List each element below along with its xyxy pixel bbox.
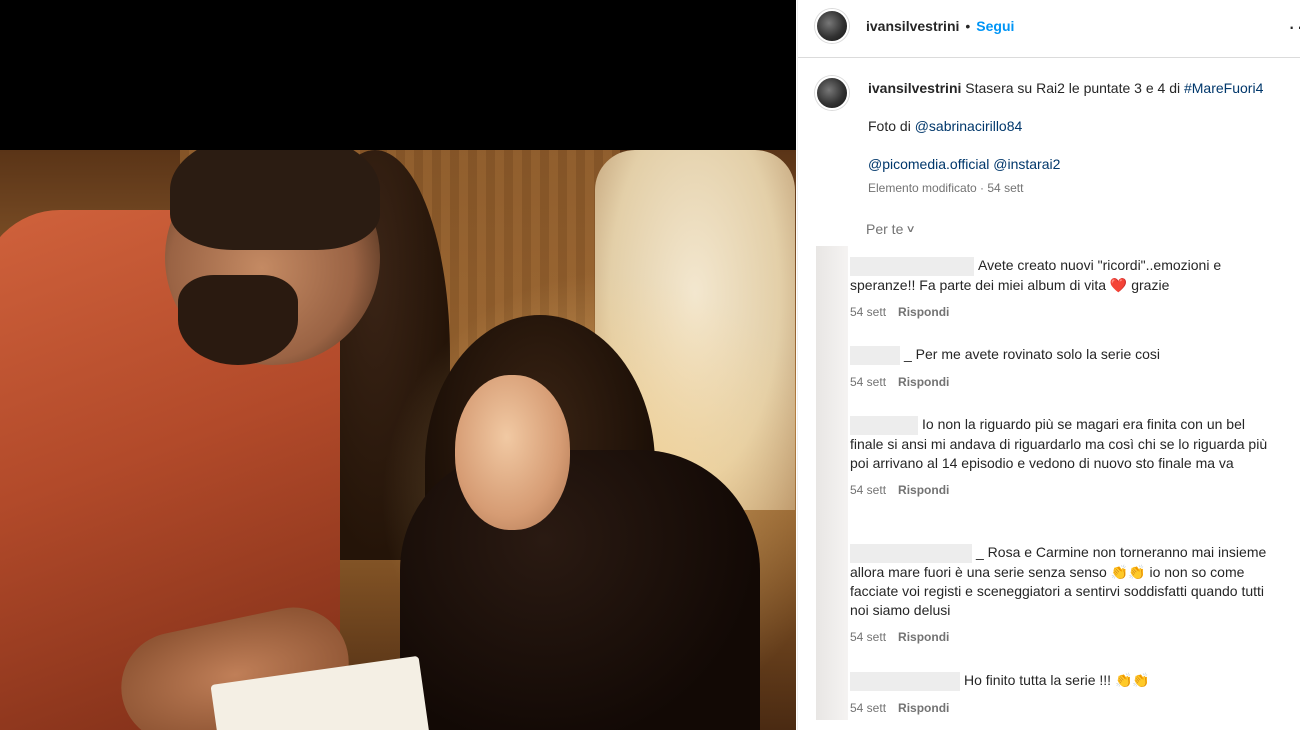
post-sidebar: ivansilvestrini • Segui ·· ivansilvestri… [797, 0, 1300, 730]
filter-label: Per te [866, 221, 904, 237]
post-header-text: ivansilvestrini • Segui [866, 18, 1014, 34]
redacted-username [850, 345, 900, 365]
comment-text: Ho finito tutta la serie !!! 👏👏 [850, 671, 1280, 691]
reply-button[interactable]: Rispondi [898, 699, 949, 718]
mention-link[interactable]: @sabrinacirillo84 [915, 118, 1023, 134]
comment-item: Io non la riguardo più se magari era fin… [850, 415, 1280, 500]
post-photo[interactable] [0, 150, 796, 730]
comment-time: 54 sett [850, 482, 887, 497]
clapping-hands-icon: 👏👏 [1110, 563, 1146, 580]
redacted-username [850, 671, 960, 691]
clapping-hands-icon: 👏👏 [1114, 672, 1150, 688]
comment-item: _ Rosa e Carmine non torneranno mai insi… [850, 543, 1280, 647]
caption-photo-credit: Foto di [868, 118, 911, 134]
comment-item: _ Per me avete rovinato solo la serie co… [850, 345, 1280, 392]
comment-text: Io non la riguardo più se magari era fin… [850, 415, 1268, 471]
comment-time: 54 sett [850, 629, 887, 644]
mention-link[interactable]: @picomedia.official [868, 156, 989, 172]
caption-text: Stasera su Rai2 le puntate 3 e 4 di [965, 80, 1181, 96]
comment-meta: 54 sett Rispondi [850, 303, 1280, 322]
comment-item: Avete creato nuovi "ricordi"..emozioni e… [850, 256, 1280, 322]
caption-meta: Elemento modificato · 54 sett [868, 181, 1024, 195]
mention-link[interactable]: @instarai2 [993, 156, 1060, 172]
redacted-username [850, 543, 972, 563]
reply-button[interactable]: Rispondi [898, 481, 949, 500]
reply-button[interactable]: Rispondi [898, 628, 949, 647]
comment-meta: 54 sett Rispondi [850, 628, 1280, 647]
photo-woman-face [455, 375, 570, 530]
caption-username[interactable]: ivansilvestrini [868, 80, 961, 96]
hashtag-link[interactable]: #MareFuori4 [1184, 80, 1263, 96]
comment-meta: 54 sett Rispondi [850, 481, 1280, 500]
photo-man-beard [178, 275, 298, 365]
reply-button[interactable]: Rispondi [898, 303, 949, 322]
comment-meta: 54 sett Rispondi [850, 699, 1280, 718]
avatar[interactable] [815, 76, 849, 110]
caption-body: ivansilvestrini Stasera su Rai2 le punta… [868, 79, 1288, 197]
separator-dot: • [965, 18, 971, 34]
comment-text: _ Per me avete rovinato solo la serie co… [850, 345, 1280, 365]
comment-time: 54 sett [850, 374, 887, 389]
avatar[interactable] [815, 9, 849, 43]
comment-meta: 54 sett Rispondi [850, 373, 1280, 392]
comment-item: Ho finito tutta la serie !!! 👏👏 54 sett … [850, 671, 1280, 718]
comments-filter-dropdown[interactable]: Per te ∨ [866, 221, 917, 237]
comment-time: 54 sett [850, 700, 887, 715]
heart-emoji-icon: ❤️ [1109, 276, 1128, 293]
redacted-username [850, 256, 974, 276]
redacted-username [850, 415, 918, 435]
comment-text: Avete creato nuovi "ricordi"..emozioni e… [850, 256, 1222, 293]
post-header: ivansilvestrini • Segui ·· [798, 0, 1300, 58]
follow-button[interactable]: Segui [976, 18, 1014, 34]
comment-time: 54 sett [850, 304, 887, 319]
username-link[interactable]: ivansilvestrini [866, 18, 959, 34]
comment-text: _ Rosa e Carmine non torneranno mai insi… [850, 543, 1267, 618]
photo-woman [400, 450, 760, 730]
post-media[interactable] [0, 0, 796, 730]
more-options-icon[interactable]: ·· [1288, 14, 1300, 40]
photo-man-hair [170, 150, 380, 250]
chevron-down-icon: ∨ [905, 223, 917, 235]
reply-button[interactable]: Rispondi [898, 373, 949, 392]
comment-avatars-column [816, 246, 848, 720]
